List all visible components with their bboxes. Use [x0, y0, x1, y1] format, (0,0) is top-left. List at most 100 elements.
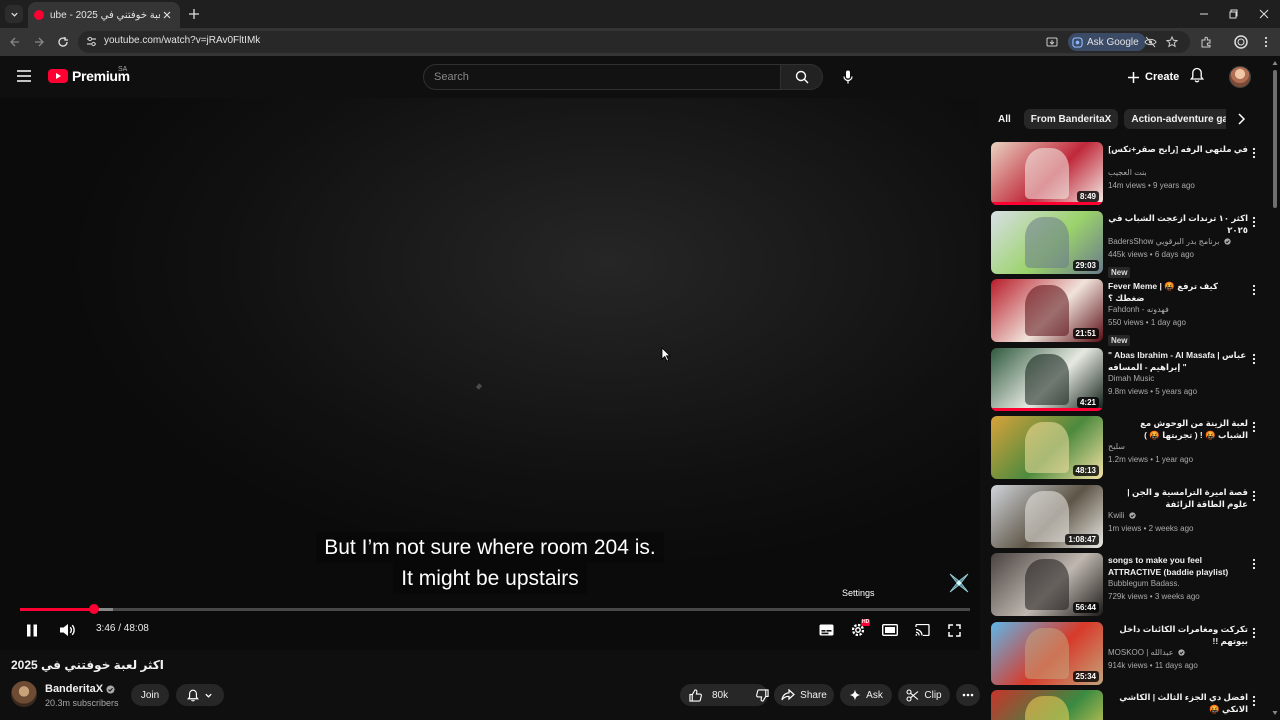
video-thumbnail[interactable] [991, 690, 1103, 720]
video-thumbnail[interactable]: 4:21 [991, 348, 1103, 411]
channel-line[interactable]: MOSKOO | عبدالله [1108, 647, 1248, 659]
pause-button[interactable] [22, 621, 42, 639]
channel-line[interactable]: سلبح [1108, 441, 1248, 453]
channel-avatar[interactable] [11, 681, 37, 707]
video-title-link[interactable]: في ملتهى الرفه [رابح صقر+تكس] [1108, 143, 1248, 167]
share-button[interactable]: Share [774, 684, 834, 706]
dislike-button[interactable] [756, 688, 769, 702]
settings-button[interactable]: HD [848, 619, 871, 639]
close-window-icon[interactable] [1256, 6, 1272, 22]
tab-search-dropdown[interactable] [5, 5, 23, 23]
recommendation-item[interactable]: 29:03 اكثر ١٠ ترندات ازعجت الشباب في ٢٠٢… [991, 211, 1266, 278]
omnibox[interactable]: youtube.com/watch?v=jRAv0FltIMk Ask Goog… [78, 31, 1190, 53]
video-menu-icon[interactable] [1249, 625, 1259, 641]
chips-next-icon[interactable] [1234, 111, 1248, 127]
video-thumbnail[interactable]: 21:51 [991, 279, 1103, 342]
youtube-premium-logo[interactable]: Premium SA [48, 66, 130, 84]
chip-from-channel[interactable]: From BanderitaX [1023, 109, 1119, 129]
video-menu-icon[interactable] [1249, 214, 1259, 230]
theater-mode-button[interactable] [880, 621, 900, 639]
browser-menu-icon[interactable] [1258, 34, 1274, 50]
install-app-icon[interactable] [1044, 34, 1060, 50]
mute-button[interactable] [57, 621, 77, 639]
video-title-link[interactable]: اكثر ١٠ ترندات ازعجت الشباب في ٢٠٢٥ [1108, 212, 1248, 236]
fullscreen-button[interactable] [944, 621, 964, 639]
channel-watermark-icon[interactable] [946, 570, 972, 596]
video-thumbnail[interactable]: 1:08:47 [991, 485, 1103, 548]
site-info-icon[interactable] [85, 35, 98, 48]
video-title-link[interactable]: songs to make you feel ATTRACTIVE (baddi… [1108, 554, 1248, 578]
video-title-link[interactable]: لعبة الزينة من الوحوش مع الشباب 🤬 ! ( تج… [1108, 417, 1248, 441]
ask-button[interactable]: Ask [840, 684, 892, 706]
channel-name-link[interactable]: BanderitaX [45, 683, 115, 695]
chip-action-adventure[interactable]: Action-adventure games [1124, 109, 1226, 129]
video-menu-icon[interactable] [1249, 556, 1259, 572]
page-scrollbar[interactable] [1272, 60, 1278, 716]
video-menu-icon[interactable] [1249, 419, 1259, 435]
profile-icon[interactable] [1233, 34, 1249, 50]
scrollbar-thumb[interactable] [1273, 70, 1277, 208]
extensions-icon[interactable] [1198, 34, 1214, 50]
progress-scrubber-handle[interactable] [89, 604, 100, 614]
guide-menu-icon[interactable] [16, 69, 32, 83]
search-input[interactable] [424, 65, 780, 89]
ask-google-button[interactable]: Ask Google [1068, 33, 1146, 51]
account-avatar[interactable] [1229, 66, 1251, 88]
scroll-down-icon[interactable] [1272, 710, 1278, 716]
video-title-link[interactable]: افضل دي الجزء الثالث | الكاشي الانكي 🤬 [1108, 691, 1248, 715]
video-thumbnail[interactable]: 29:03 [991, 211, 1103, 274]
back-icon[interactable] [7, 34, 23, 50]
eye-off-icon[interactable] [1142, 34, 1158, 50]
recommendation-item[interactable]: 8:49 في ملتهى الرفه [رابح صقر+تكس] بنت ا… [991, 142, 1266, 206]
video-thumbnail[interactable]: 8:49 [991, 142, 1103, 205]
create-button[interactable]: Create [1118, 64, 1189, 90]
progress-bar[interactable] [20, 604, 970, 614]
video-menu-icon[interactable] [1249, 351, 1259, 367]
recommendation-item[interactable]: افضل دي الجزء الثالث | الكاشي الانكي 🤬 [991, 690, 1266, 720]
join-button[interactable]: Join [131, 684, 169, 706]
search-box[interactable] [423, 64, 781, 90]
channel-line[interactable]: Dimah Music [1108, 373, 1248, 385]
channel-line[interactable]: Bubblegum Badass. [1108, 578, 1248, 590]
recommendation-item[interactable]: 21:51 Fever Meme | 🤬 كيف ترفع ضغطك ؟ Fah… [991, 279, 1266, 346]
like-button[interactable]: 80k [689, 688, 728, 702]
recommendation-item[interactable]: 25:34 تكركت ومغامرات الكائنات داخل بيوته… [991, 622, 1266, 686]
recommendation-item[interactable]: 56:44 songs to make you feel ATTRACTIVE … [991, 553, 1266, 617]
tab-close-icon[interactable] [160, 8, 174, 22]
video-title-link[interactable]: " Abas Ibrahim - Al Masafa | عباس إبراهي… [1108, 349, 1248, 373]
minimize-icon[interactable] [1196, 6, 1212, 22]
subtitles-button[interactable] [816, 621, 836, 639]
video-menu-icon[interactable] [1249, 693, 1259, 709]
scroll-up-icon[interactable] [1272, 60, 1278, 66]
new-tab-icon[interactable] [186, 6, 202, 22]
notifications-bell-icon[interactable] [1190, 67, 1204, 83]
cast-button[interactable] [912, 621, 932, 639]
video-menu-icon[interactable] [1249, 282, 1259, 298]
video-menu-icon[interactable] [1249, 145, 1259, 161]
video-menu-icon[interactable] [1249, 488, 1259, 504]
video-player[interactable]: But I’m not sure where room 204 is. It m… [0, 98, 980, 650]
restore-icon[interactable] [1226, 6, 1242, 22]
browser-tab-active[interactable]: ube - 2025 اكثر لعبة خوفتني في [28, 2, 180, 28]
channel-line[interactable]: Kwili [1108, 510, 1248, 522]
subscription-bell-button[interactable] [176, 684, 224, 706]
channel-line[interactable]: BadersShow برنامج بدر البرقويي [1108, 236, 1248, 248]
video-title-link[interactable]: قصة اميرة الترامسية و الجن | علوم الطاقة… [1108, 486, 1248, 510]
url-text[interactable]: youtube.com/watch?v=jRAv0FltIMk [104, 35, 260, 46]
voice-search-button[interactable] [836, 64, 860, 90]
video-title-link[interactable]: تكركت ومغامرات الكائنات داخل بيوتهم !! [1108, 623, 1248, 647]
recommendation-item[interactable]: 48:13 لعبة الزينة من الوحوش مع الشباب 🤬 … [991, 416, 1266, 480]
recommendation-item[interactable]: 1:08:47 قصة اميرة الترامسية و الجن | علو… [991, 485, 1266, 549]
video-thumbnail[interactable]: 56:44 [991, 553, 1103, 616]
channel-line[interactable]: بنت العجيب [1108, 167, 1248, 179]
more-actions-button[interactable] [956, 684, 980, 706]
bookmark-star-icon[interactable] [1164, 34, 1180, 50]
video-title-link[interactable]: Fever Meme | 🤬 كيف ترفع ضغطك ؟ [1108, 280, 1248, 304]
channel-line[interactable]: Fahdonh - فهدونه [1108, 304, 1248, 316]
reload-icon[interactable] [55, 34, 71, 50]
forward-icon[interactable] [31, 34, 47, 50]
search-button[interactable] [781, 64, 823, 90]
clip-button[interactable]: Clip [898, 684, 950, 706]
chip-all[interactable]: All [991, 109, 1018, 129]
video-thumbnail[interactable]: 48:13 [991, 416, 1103, 479]
